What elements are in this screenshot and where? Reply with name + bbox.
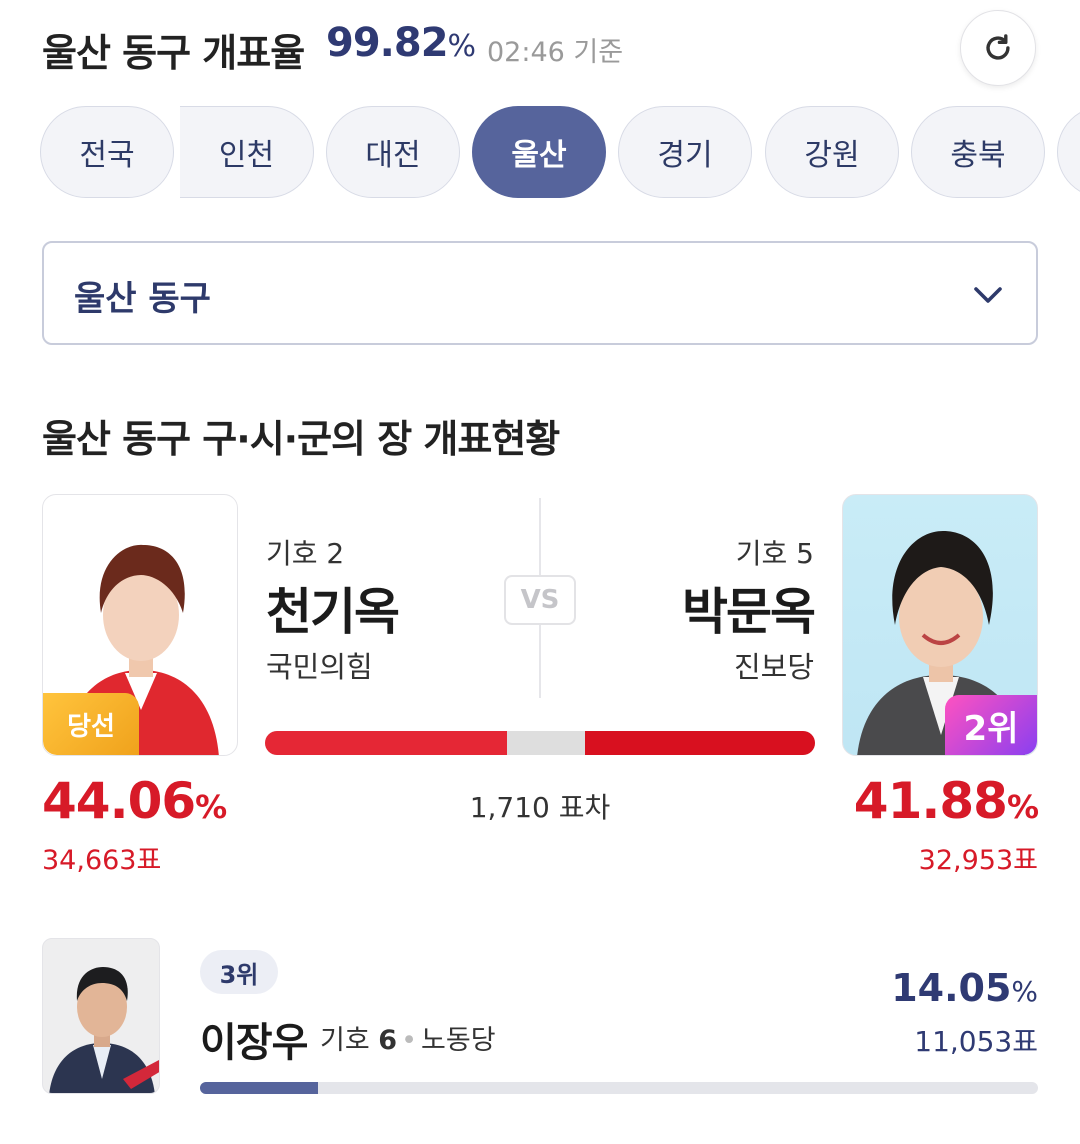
page-title: 울산 동구 개표율 [42,31,305,75]
tab-chungbuk[interactable]: 충북 [911,106,1045,198]
rank-3-chip: 3위 [200,950,278,994]
district-select-value: 울산 동구 [74,279,211,319]
header: 울산 동구 개표율 99.82% 02:46 기준 [42,10,1042,86]
candidate-2-votes: 32,953표 [918,845,1038,876]
candidate-3-party: 노동당 [421,1025,496,1056]
candidate-1-percent-value: 44.06 [42,772,196,830]
candidate-3-percent-value: 14.05 [891,966,1012,1010]
candidate-1-votes: 34,663표 [42,845,162,876]
candidate-3-number: 6 [378,1025,398,1056]
candidate-1-percent: 44.06% [42,772,227,830]
candidate-2-name: 박문옥 [682,583,816,641]
tab-nationwide[interactable]: 전국 [40,106,174,198]
chevron-down-icon [974,287,1002,303]
region-tabs: 전국 인천 대전 울산 경기 강원 충북 [40,106,1080,200]
candidate-2-number: 기호 5 [735,537,814,570]
candidate-1-number: 기호 2 [266,537,345,570]
candidate-3-bar-fill [200,1082,318,1094]
candidate-3-percent-unit: % [1011,975,1038,1008]
candidate-2-percent-value: 41.88 [853,772,1008,830]
candidate-2-party: 진보당 [733,650,814,684]
candidate-1-photo: 당선 [42,494,238,756]
candidate-3-percent: 14.05% [891,966,1038,1010]
candidate-1-bar [265,731,508,755]
candidate-2-photo: 2위 [842,494,1038,756]
candidate-1-party: 국민의힘 [266,650,373,684]
count-rate: 99.82% [326,20,476,66]
tab-incheon[interactable]: 인천 [180,106,314,198]
tab-daejeon[interactable]: 대전 [326,106,460,198]
tab-gangwon[interactable]: 강원 [765,106,899,198]
rank-badge: 2위 [945,695,1037,755]
vote-comparison-bar [265,731,815,755]
candidate-1-name: 천기옥 [266,583,400,641]
candidate-2-percent: 41.88% [853,772,1039,830]
refresh-button[interactable] [960,10,1036,86]
tab-next-partial[interactable] [1057,106,1080,198]
update-time: 02:46 기준 [487,37,624,68]
tab-gyeonggi[interactable]: 경기 [618,106,752,198]
candidate-3-portrait [49,967,159,1093]
separator-dot: • [401,1025,418,1056]
section-title: 울산 동구 구·시·군의 장 개표현황 [42,417,560,461]
candidate-3-meta: 기호 6 • 노동당 [320,1018,496,1057]
count-rate-unit: % [447,29,476,64]
candidate-3-bar [200,1082,1038,1094]
candidate-1-percent-unit: % [195,788,227,826]
candidate-3-photo [42,938,160,1094]
candidate-2-percent-unit: % [1006,788,1039,826]
refresh-icon [986,34,1010,60]
candidate-3-votes: 11,053표 [914,1025,1038,1058]
candidate-2-bar [584,731,815,755]
candidate-3-name: 이장우 [200,1020,308,1066]
tab-ulsan[interactable]: 울산 [472,106,606,198]
winner-badge: 당선 [43,693,139,755]
vs-label: VS [504,575,576,625]
district-select[interactable]: 울산 동구 [42,241,1038,345]
candidate-3-number-prefix: 기호 [320,1025,370,1056]
count-rate-value: 99.82 [326,20,449,66]
